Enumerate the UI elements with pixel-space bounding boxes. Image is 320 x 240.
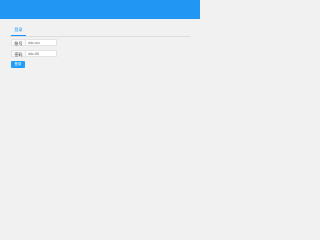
form-row-password: 密码 ddc-ftS <box>11 50 57 57</box>
submit-button[interactable]: 登录 <box>11 61 25 68</box>
app-page: 登录 账号 ddc-ccc 密码 ddc-ftS 登录 <box>0 0 200 200</box>
password-label: 密码 <box>11 50 25 57</box>
account-input[interactable]: ddc-ccc <box>25 39 57 46</box>
top-header-bar <box>0 0 200 19</box>
account-label: 账号 <box>11 39 25 46</box>
tab-login[interactable]: 登录 <box>11 27 26 36</box>
password-input[interactable]: ddc-ftS <box>25 50 57 57</box>
form-row-account: 账号 ddc-ccc <box>11 39 57 46</box>
tab-divider <box>10 36 190 37</box>
